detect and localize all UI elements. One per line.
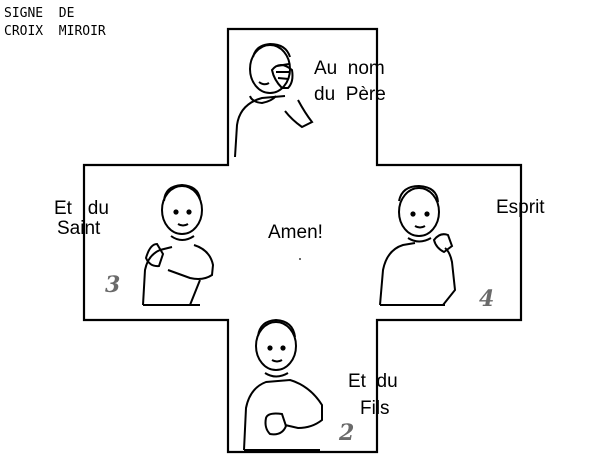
step-number-4: 4 <box>479 286 495 312</box>
caption-center: Amen! <box>268 222 323 243</box>
caption-left-line-2: Saint <box>57 218 101 239</box>
figure-right-icon <box>379 184 457 306</box>
dot-mark <box>299 258 301 260</box>
caption-top-line-1: Au nom <box>314 58 385 79</box>
heading-line-2: CROIX MIROIR <box>4 24 106 39</box>
caption-left-line-1: Et du <box>54 198 109 219</box>
figure-top-icon <box>234 42 314 158</box>
step-number-3: 3 <box>105 272 121 298</box>
caption-bottom-line-1: Et du <box>348 371 398 392</box>
heading-line-1: SIGNE DE <box>4 6 75 21</box>
figure-left-icon <box>142 183 215 306</box>
caption-right: Esprit <box>496 197 545 218</box>
caption-bottom-line-2: Fils <box>360 398 390 419</box>
caption-top-line-2: du Père <box>314 84 386 105</box>
step-number-2: 2 <box>339 420 355 446</box>
figure-bottom-icon <box>243 318 323 451</box>
